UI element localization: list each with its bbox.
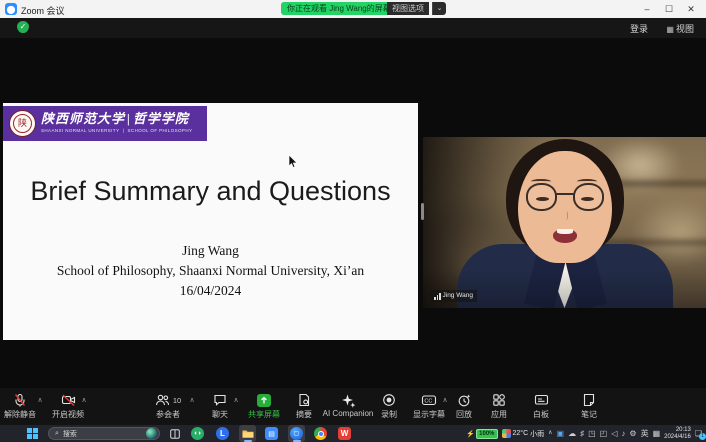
slide-title: Brief Summary and Questions <box>3 176 418 207</box>
tray-mic-icon[interactable]: ♯ <box>580 425 584 442</box>
mic-muted-icon <box>13 392 27 408</box>
shield-check-icon[interactable]: ✓ <box>17 21 29 33</box>
university-seal-logo: 陕 <box>9 110 36 137</box>
apps-icon <box>492 392 506 408</box>
tray-folder-icon[interactable]: ◰ <box>600 425 608 442</box>
wechat-icon: ◖◗ <box>191 427 204 440</box>
notes-icon <box>582 392 596 408</box>
slide-affiliation: School of Philosophy, Shaanxi Normal Uni… <box>3 263 418 279</box>
zoom-taskbar-icon: ▢ <box>290 427 303 440</box>
window-title: Zoom 会议 <box>21 4 65 17</box>
search-label: 搜索 <box>63 429 142 439</box>
plug-icon: ⚡ <box>466 430 475 438</box>
zoom-app-icon: ⬤ <box>5 3 17 15</box>
notification-count-badge: 1 <box>699 433 706 440</box>
taskbar-app-blue-doc[interactable]: ▤ <box>264 425 279 442</box>
tray-volume-icon[interactable]: ♪ <box>621 425 625 442</box>
panel-drag-handle[interactable] <box>421 203 424 220</box>
window-titlebar: ⬤ Zoom 会议 你正在观看 Jing Wang的屏幕 视图选项 ⌄ – ☐ … <box>0 0 706 18</box>
chat-icon <box>213 392 227 408</box>
chrome-icon <box>314 427 327 440</box>
presentation-slide: 陕 陕西师范大学|哲学学院 SHAANXI NORMAL UNIVERSITY … <box>3 103 418 340</box>
taskbar-app-chrome[interactable] <box>313 425 328 442</box>
svg-text:CC: CC <box>424 399 432 405</box>
participants-icon <box>155 393 170 407</box>
windows-start-icon <box>27 428 38 439</box>
meeting-info-bar: ✓ 登录 ▦视图 <box>0 18 706 38</box>
participants-button[interactable]: 10 参会者 <box>140 392 196 420</box>
replay-clock-icon <box>457 392 472 408</box>
battery-indicator[interactable]: ⚡ 100% <box>466 429 497 439</box>
notes-button[interactable]: 笔记 <box>561 392 617 420</box>
grid-view-icon: ▦ <box>666 25 674 34</box>
file-explorer-icon <box>242 429 254 439</box>
taskbar-app-blue-l[interactable]: L <box>215 425 230 442</box>
shared-screen-stage: 陕 陕西师范大学|哲学学院 SHAANXI NORMAL UNIVERSITY … <box>0 38 706 388</box>
audio-signal-bars-icon <box>434 293 441 300</box>
tray-screenshot-icon[interactable]: ◳ <box>588 425 596 442</box>
system-tray: ⚡ 100% 22°C小雨 ∧ ▣ ☁ ♯ ◳ ◰ ◁ ♪ ⚙ 英 ▦ 20:1… <box>466 425 706 442</box>
participant-video-tile[interactable]: Jing Wang <box>423 137 706 308</box>
taskbar-app-zoom[interactable]: ▢ <box>288 425 305 442</box>
camera-off-icon <box>61 392 76 408</box>
task-view-button[interactable] <box>168 425 182 442</box>
whiteboard-icon <box>534 392 549 408</box>
slide-author: Jing Wang <box>3 243 418 259</box>
blue-doc-app-icon: ▤ <box>265 427 278 440</box>
summary-icon <box>297 392 311 408</box>
share-screen-icon <box>256 392 272 408</box>
start-button[interactable] <box>24 425 40 442</box>
minimize-button[interactable]: – <box>636 0 658 18</box>
slide-date: 16/04/2024 <box>3 283 418 299</box>
ime-keyboard-icon[interactable]: ▦ <box>653 425 661 442</box>
ai-sparkle-icon <box>341 392 356 408</box>
close-button[interactable]: ✕ <box>680 0 702 18</box>
taskbar-app-wps[interactable]: W <box>337 425 352 442</box>
zoom-control-toolbar: 解除静音 ∧ 开启视频 ∧ 10 参会者 ∧ 聊天 ∧ <box>0 388 706 425</box>
banner-chinese-text: 陕西师范大学|哲学学院 <box>41 108 205 127</box>
video-options-chevron[interactable]: ∧ <box>81 396 86 404</box>
mouse-cursor <box>289 155 298 168</box>
blue-l-app-icon: L <box>216 427 229 440</box>
windows-taskbar: ⌕ 搜索 ◖◗ L ▤ ▢ W ⚡ 100% 22 <box>0 425 706 442</box>
tray-blue-app-icon[interactable]: ▣ <box>557 425 565 442</box>
search-highlight-image[interactable] <box>146 428 157 439</box>
viewing-screen-badge: 你正在观看 Jing Wang的屏幕 <box>281 2 397 15</box>
start-video-button[interactable]: 开启视频 <box>40 392 96 420</box>
input-language-indicator[interactable]: 英 <box>641 425 649 442</box>
taskbar-app-wechat[interactable]: ◖◗ <box>190 425 205 442</box>
tray-tools-icon[interactable]: ⚙ <box>629 425 636 442</box>
view-options-caret[interactable]: ⌄ <box>432 2 446 15</box>
participants-count-badge: 10 <box>173 396 181 405</box>
tray-cloud-icon[interactable]: ☁ <box>568 425 576 442</box>
view-button[interactable]: ▦视图 <box>666 22 694 35</box>
record-icon <box>382 392 396 408</box>
weather-widget[interactable]: 22°C小雨 <box>502 429 545 439</box>
banner-english-text: SHAANXI NORMAL UNIVERSITY | SCHOOL OF PH… <box>41 128 205 133</box>
wps-icon: W <box>338 427 351 440</box>
hidden-icons-chevron[interactable]: ∧ <box>548 425 552 442</box>
university-banner: 陕 陕西师范大学|哲学学院 SHAANXI NORMAL UNIVERSITY … <box>3 106 207 141</box>
taskbar-app-file-explorer[interactable] <box>239 425 256 442</box>
captions-icon: CC <box>421 392 437 408</box>
view-options-button[interactable]: 视图选项 <box>387 2 429 15</box>
signin-link[interactable]: 登录 <box>630 22 648 35</box>
maximize-button[interactable]: ☐ <box>658 0 680 18</box>
tray-speaker-icon[interactable]: ◁ <box>611 425 617 442</box>
notification-center-button[interactable]: ❏1 <box>695 429 702 438</box>
search-icon: ⌕ <box>55 430 59 438</box>
participant-name-tag: Jing Wang <box>431 290 477 302</box>
weather-icon <box>502 429 511 438</box>
taskbar-clock[interactable]: 20:13 2024/4/16 <box>664 427 691 441</box>
taskbar-search[interactable]: ⌕ 搜索 <box>48 427 160 440</box>
